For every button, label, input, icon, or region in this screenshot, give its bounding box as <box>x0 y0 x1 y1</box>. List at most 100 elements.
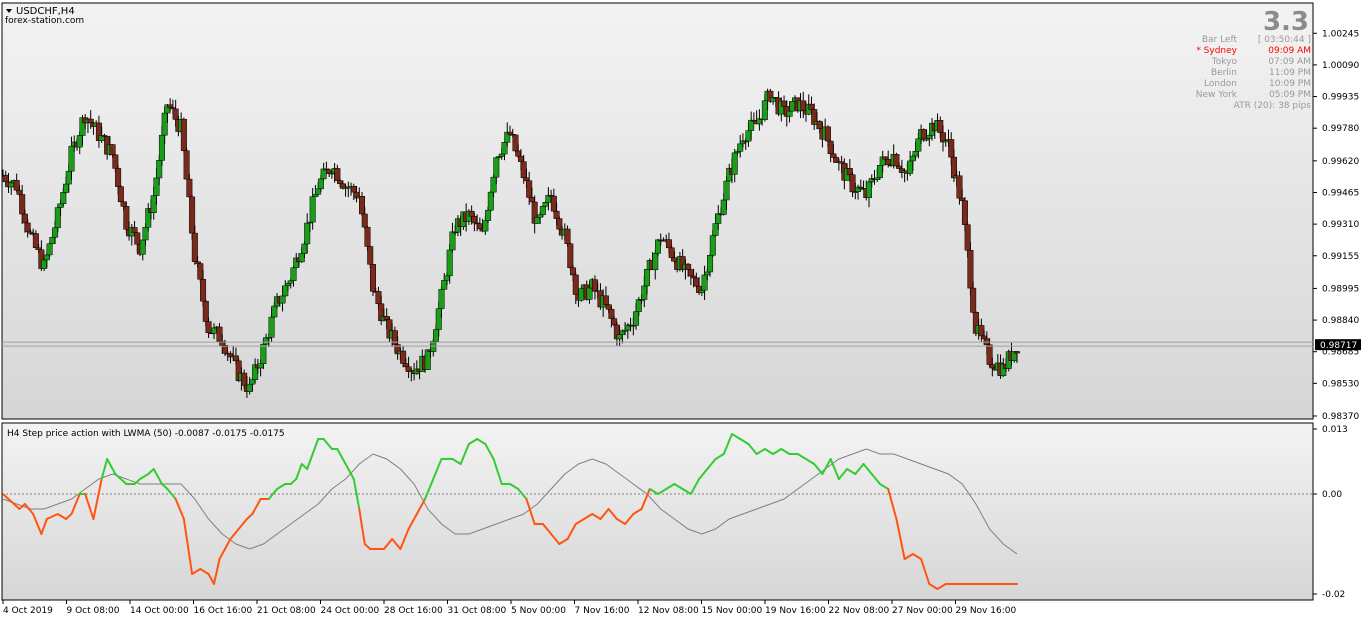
candle-body <box>641 285 648 300</box>
candle-body <box>282 285 289 297</box>
candle-body <box>720 199 727 215</box>
time-tick-label: 19 Nov 16:00 <box>765 606 826 616</box>
candle-body <box>161 112 168 136</box>
candle-body <box>517 156 524 162</box>
candle-body <box>578 288 585 301</box>
candle-body <box>498 153 505 157</box>
time-tick-label: 12 Nov 08:00 <box>638 606 699 616</box>
session-time: 10:09 PM <box>1269 79 1311 89</box>
candle-body <box>830 153 837 158</box>
candle-body <box>715 213 722 224</box>
candle-body <box>748 119 755 131</box>
candle-body <box>523 177 530 181</box>
candle-body <box>515 150 522 157</box>
candle-body <box>131 227 138 234</box>
indicator-panel[interactable]: H4 Step price action with LWMA (50) -0.0… <box>1 422 1314 601</box>
candle-body <box>570 267 577 276</box>
candle-body <box>567 243 574 269</box>
time-tick-label: 21 Oct 08:00 <box>257 606 316 616</box>
price-axis: 1.00245 1.00090 0.99935 0.99780 0.99620 0.994… <box>1313 29 1359 422</box>
candle-body <box>167 104 174 108</box>
candle <box>567 242 574 270</box>
candle-body <box>435 308 442 330</box>
session-time: 11:09 PM <box>1269 68 1311 78</box>
candle-body <box>315 188 322 195</box>
candle-body <box>789 101 796 112</box>
candle-body <box>60 192 67 205</box>
candle-body <box>564 228 571 245</box>
trading-terminal: 1.00245 1.00090 0.99935 0.99780 0.99620 0.994… <box>0 2 1361 616</box>
candle-body <box>781 100 788 107</box>
candle-body <box>608 309 615 319</box>
candle-body <box>526 180 533 198</box>
candle-body <box>287 280 294 284</box>
candle-body <box>189 196 196 234</box>
candle-body <box>150 195 157 213</box>
chart-title: USDCHF,H4 forex-station.com <box>5 6 84 26</box>
candle-body <box>400 350 407 364</box>
candle-body <box>46 243 53 256</box>
candle-body <box>602 295 609 305</box>
candle-body <box>32 233 39 249</box>
candle-body <box>723 180 730 201</box>
candle-body <box>586 287 593 300</box>
candle-body <box>553 210 560 219</box>
price-tick-label: 0.99620 <box>1322 157 1359 167</box>
candle-body <box>512 134 519 152</box>
candle-body <box>158 134 165 161</box>
candle-body <box>948 139 955 158</box>
bar-left-label: Bar Left <box>1202 35 1238 45</box>
candle <box>183 147 190 180</box>
time-tick-label: 24 Oct 00:00 <box>321 606 380 616</box>
candle-body <box>249 379 256 385</box>
candle-body <box>232 355 239 362</box>
time-tick-label: 5 Nov 00:00 <box>511 606 566 616</box>
time-tick-label: 31 Oct 08:00 <box>448 606 507 616</box>
candle-body <box>644 269 651 287</box>
candle-body <box>441 280 448 290</box>
candle-body <box>298 253 305 263</box>
candle-body <box>13 180 20 191</box>
session-name: * Sydney <box>1196 46 1237 56</box>
price-tick-label: 0.98370 <box>1322 412 1359 422</box>
candle-body <box>19 194 26 215</box>
current-price-label: 0.98717 <box>1320 341 1357 351</box>
candle-body <box>701 274 708 291</box>
candle-body <box>191 232 198 262</box>
candle-body <box>263 337 270 345</box>
candle-body <box>800 100 807 111</box>
candle-body <box>786 110 793 117</box>
indicator-tick-label: 0.00 <box>1322 490 1342 500</box>
candle-body <box>959 197 966 201</box>
candle-body <box>737 143 744 152</box>
session-time: 07:09 AM <box>1268 57 1311 67</box>
candle-body <box>912 150 919 157</box>
candle-body <box>24 222 31 233</box>
candle-body <box>197 263 204 280</box>
session-time: 05:09 PM <box>1269 90 1311 100</box>
price-panel[interactable] <box>0 2 1314 420</box>
candle-body <box>449 231 456 251</box>
time-tick-label: 9 Oct 08:00 <box>67 606 120 616</box>
candle-body <box>41 259 48 269</box>
price-tick-label: 0.99780 <box>1322 124 1359 134</box>
candle-body <box>304 222 311 245</box>
candle-body <box>216 326 223 342</box>
candle-body <box>241 372 248 386</box>
candle-body <box>120 201 127 207</box>
price-tick-label: 1.00245 <box>1322 29 1359 39</box>
candle-body <box>257 363 264 369</box>
candle-body <box>893 154 900 167</box>
candle-body <box>970 287 977 313</box>
candle-body <box>539 205 546 216</box>
candle-body <box>704 271 711 276</box>
candle-body <box>849 174 856 193</box>
candle-body <box>537 214 544 218</box>
candle-body <box>761 100 768 120</box>
candle-body <box>981 335 988 340</box>
candle-body <box>882 156 889 160</box>
candle-body <box>183 150 190 180</box>
candle-body <box>542 202 549 207</box>
candle-body <box>309 196 316 223</box>
candle <box>49 236 56 245</box>
